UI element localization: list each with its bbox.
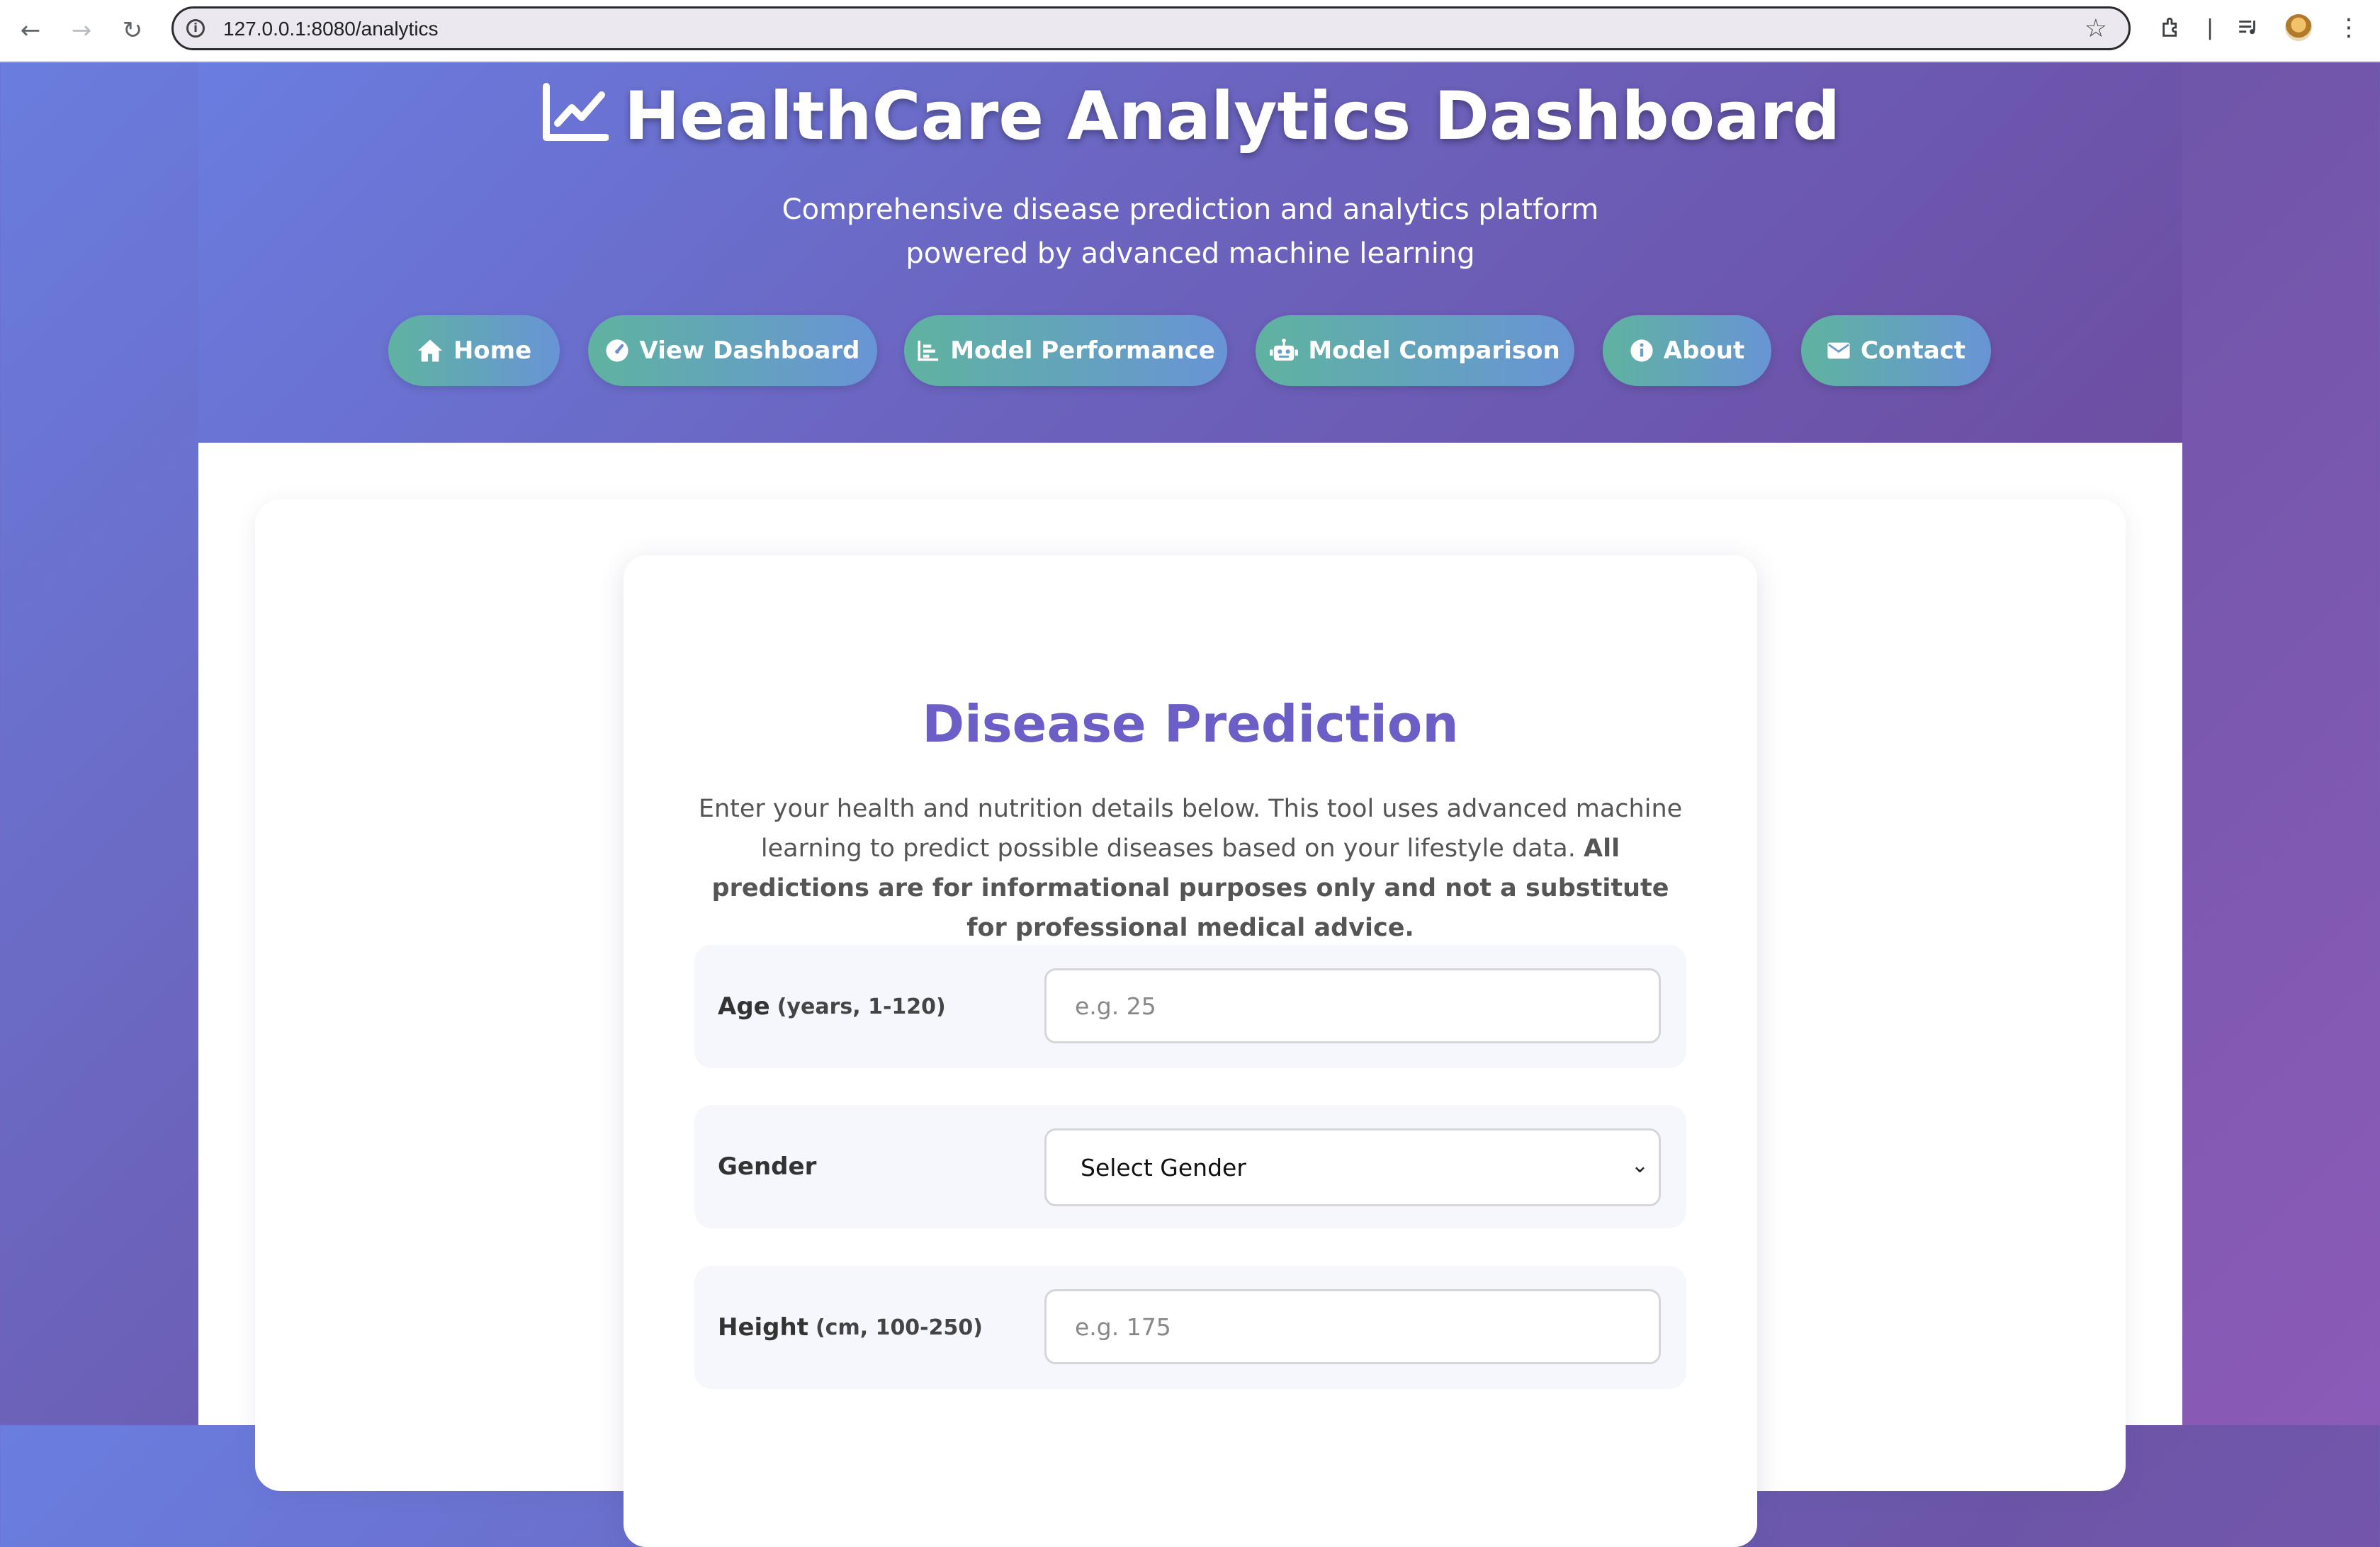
age-field-row: Age (years, 1-120) xyxy=(694,945,1686,1068)
gender-field-row: Gender Select Gender ⌄ xyxy=(694,1105,1686,1228)
nav-model-performance-button[interactable]: Model Performance xyxy=(904,315,1227,386)
form-title: Disease Prediction xyxy=(922,694,1459,754)
nav-home-label: Home xyxy=(453,336,532,365)
height-label: Height (cm, 100-250) xyxy=(718,1266,983,1389)
form-intro-text: Enter your health and nutrition details … xyxy=(698,795,1683,863)
robot-icon xyxy=(1270,339,1299,363)
page-title: HealthCare Analytics Dashboard xyxy=(198,78,2182,159)
nav-about-button[interactable]: About xyxy=(1603,315,1771,386)
line-chart-icon xyxy=(541,82,609,159)
address-bar[interactable]: i 127.0.0.1:8080/analytics ☆ xyxy=(171,6,2131,50)
gender-label-text: Gender xyxy=(718,1152,817,1181)
nav-model-comparison-label: Model Comparison xyxy=(1308,336,1560,365)
gender-label: Gender xyxy=(718,1105,816,1228)
height-input[interactable] xyxy=(1044,1289,1661,1364)
page-title-text: HealthCare Analytics Dashboard xyxy=(624,78,1841,155)
extensions-icon[interactable] xyxy=(2154,10,2189,45)
browser-toolbar: ← → ↻ i 127.0.0.1:8080/analytics ☆ | ⋮ xyxy=(0,0,2380,62)
nav-view-dashboard-label: View Dashboard xyxy=(639,336,860,365)
page-container: HealthCare Analytics Dashboard Comprehen… xyxy=(198,62,2182,1547)
bar-chart-icon xyxy=(916,339,940,363)
nav-model-comparison-button[interactable]: Model Comparison xyxy=(1256,315,1574,386)
gauge-icon xyxy=(605,339,629,363)
form-intro: Enter your health and nutrition details … xyxy=(694,789,1686,948)
age-hint: (years, 1-120) xyxy=(777,994,946,1019)
nav-contact-label: Contact xyxy=(1860,336,1966,365)
gender-select-value: Select Gender xyxy=(1081,1153,1246,1182)
hero-header: HealthCare Analytics Dashboard Comprehen… xyxy=(198,62,2182,443)
bookmark-star-icon[interactable]: ☆ xyxy=(2085,14,2107,43)
info-icon xyxy=(1630,339,1654,363)
nav-home-button[interactable]: Home xyxy=(388,315,560,386)
nav-about-label: About xyxy=(1663,336,1745,365)
height-field-row: Height (cm, 100-250) xyxy=(694,1266,1686,1389)
page-subtitle: Comprehensive disease prediction and ana… xyxy=(782,193,1599,270)
age-input[interactable] xyxy=(1044,968,1661,1043)
height-hint: (cm, 100-250) xyxy=(815,1315,983,1340)
forward-icon[interactable]: → xyxy=(64,13,99,48)
nav-model-performance-label: Model Performance xyxy=(950,336,1215,365)
separator-icon: | xyxy=(2206,15,2214,40)
height-label-text: Height xyxy=(718,1313,808,1342)
media-control-icon[interactable] xyxy=(2230,10,2266,45)
url-text: 127.0.0.1:8080/analytics xyxy=(223,18,439,40)
home-icon xyxy=(417,339,444,363)
menu-kebab-icon[interactable]: ⋮ xyxy=(2331,10,2367,45)
envelope-icon xyxy=(1827,341,1851,361)
nav-view-dashboard-button[interactable]: View Dashboard xyxy=(588,315,877,386)
site-info-icon[interactable]: i xyxy=(186,19,205,38)
gender-select[interactable]: Select Gender ⌄ xyxy=(1044,1128,1661,1206)
age-label-text: Age xyxy=(718,992,770,1021)
chevron-down-icon: ⌄ xyxy=(1630,1153,1649,1178)
age-label: Age (years, 1-120) xyxy=(718,945,946,1068)
back-icon[interactable]: ← xyxy=(13,13,48,48)
profile-avatar[interactable] xyxy=(2285,14,2312,41)
nav-contact-button[interactable]: Contact xyxy=(1801,315,1991,386)
reload-icon[interactable]: ↻ xyxy=(115,13,150,48)
